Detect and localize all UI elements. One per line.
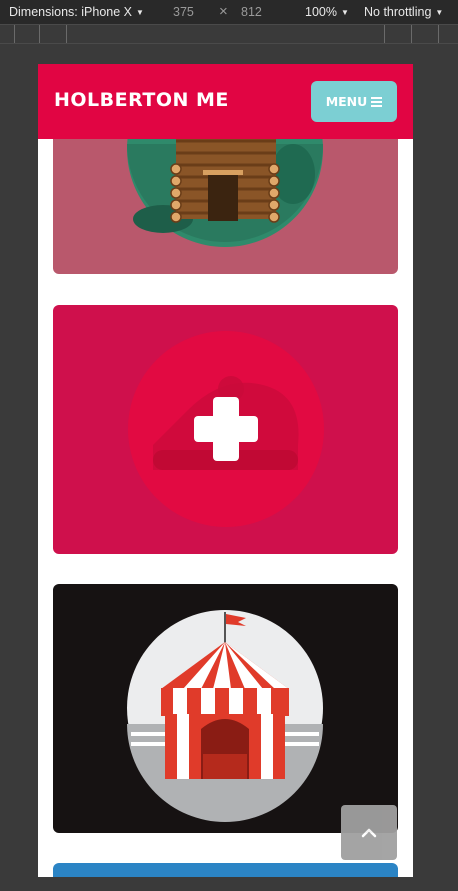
add-card-illustration [53,305,398,554]
caret-down-icon: ▼ [340,8,349,17]
hamburger-icon [371,97,383,107]
height-input[interactable]: 812 [241,5,262,19]
throttle-label: No throttling [364,5,432,19]
ruler-tick [14,25,15,43]
ruler-tick [438,25,439,43]
caret-down-icon: ▼ [435,8,444,17]
device-select[interactable]: Dimensions: iPhone X ▼ [9,5,144,19]
chevron-up-icon [361,828,377,837]
devtools-toolbar: Dimensions: iPhone X ▼ 375 × 812 100% ▼ No… [0,0,458,24]
media-query-ruler [0,24,458,44]
ruler-tick [39,25,40,43]
menu-label: MENU [325,94,368,109]
device-label: Dimensions: iPhone X [9,5,132,19]
zoom-label: 100% [305,5,337,19]
circus-tent-illustration [53,584,398,833]
caret-down-icon: ▼ [135,8,144,17]
scroll-to-top-button[interactable] [341,805,397,860]
card-next[interactable] [53,863,398,877]
throttle-select[interactable]: No throttling ▼ [364,5,443,19]
card-circus-tent[interactable] [53,584,398,833]
card-add-new[interactable] [53,305,398,554]
zoom-select[interactable]: 100% ▼ [305,5,349,19]
times-icon: × [219,3,228,20]
ruler-tick [66,25,67,43]
width-input[interactable]: 375 [173,5,194,19]
ruler-tick [411,25,412,43]
site-header: HOLBERTON ME MENU [38,64,413,139]
device-viewport: HOLBERTON ME MENU [38,64,413,877]
menu-button[interactable]: MENU [311,81,397,122]
ruler-tick [384,25,385,43]
site-logo[interactable]: HOLBERTON ME [54,89,229,111]
